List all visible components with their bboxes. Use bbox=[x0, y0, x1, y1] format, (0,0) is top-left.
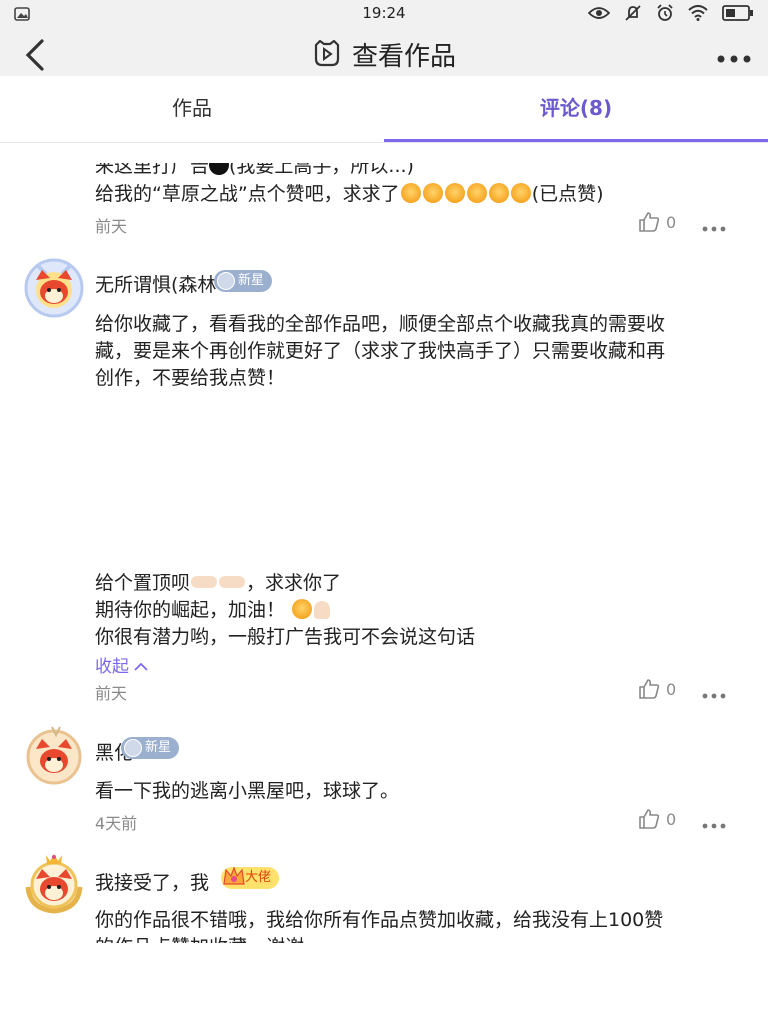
tab-works[interactable]: 作品 bbox=[0, 76, 384, 142]
tab-comments[interactable]: 评论(8) bbox=[384, 76, 768, 142]
tab-bar: 作品 评论(8) bbox=[0, 76, 768, 142]
crying-emoji-icon bbox=[422, 183, 443, 203]
crown-icon bbox=[222, 864, 246, 896]
eye-icon bbox=[588, 6, 610, 20]
crying-emoji-icon bbox=[444, 183, 465, 203]
thumbs-up-icon bbox=[639, 809, 660, 829]
comment-body-line: 你很有潜力哟，一般打广告我可不会说这句话 bbox=[95, 626, 476, 648]
comment-body: 看一下我的逃离小黑屋吧，球球了。 bbox=[95, 780, 400, 802]
more-dots-icon bbox=[702, 823, 726, 829]
comment-more-button[interactable] bbox=[702, 218, 726, 232]
chevron-up-icon bbox=[134, 662, 149, 671]
comment-body-line: 给个置顶呗 ，求求你了 bbox=[95, 572, 342, 594]
smile-emoji-icon bbox=[292, 599, 313, 619]
comment-body-line: 你的作品很不错哦，我给你所有作品点赞加收藏，给我没有上100赞 bbox=[95, 909, 664, 931]
comments-list[interactable]: 来这里打广告 (我要上高手，所以...) 给我的“草原之战”点个赞吧，求求了 (已点… bbox=[0, 143, 768, 943]
like-button[interactable]: 0 bbox=[638, 211, 676, 233]
comment-body-line: 藏，要是来个再创作就更好了（求求了我快高手了）只需要收藏和再 bbox=[95, 340, 666, 362]
more-options-button[interactable] bbox=[716, 50, 752, 63]
comment-username[interactable]: 我接受了，我 bbox=[95, 868, 209, 895]
alarm-icon bbox=[656, 4, 674, 22]
crying-emoji-icon bbox=[466, 183, 487, 203]
play-logo-icon bbox=[312, 39, 342, 71]
wifi-icon bbox=[688, 5, 708, 21]
navigation-bar: 查看作品 bbox=[0, 28, 768, 76]
battery-icon bbox=[722, 5, 754, 21]
avatar[interactable] bbox=[22, 851, 86, 915]
pointing-left-emoji-icon bbox=[219, 576, 246, 588]
collapse-button[interactable]: 收起 bbox=[95, 652, 149, 677]
like-button[interactable]: 0 bbox=[638, 678, 676, 700]
like-count: 0 bbox=[666, 679, 677, 699]
comment-more-button[interactable] bbox=[702, 685, 726, 699]
comment-body-line: 给你收藏了，看看我的全部作品吧，顺便全部点个收藏我真的需要收 bbox=[95, 313, 666, 335]
badge-new-star: 新星 bbox=[121, 737, 180, 759]
avatar[interactable] bbox=[24, 258, 84, 318]
comment-body-line: 期待你的崛起，加油！ bbox=[95, 595, 331, 622]
thumbs-up-emoji-icon bbox=[314, 601, 331, 619]
more-dots-icon bbox=[702, 226, 726, 232]
comment-body-line: 的作品点赞加收藏，谢谢 bbox=[95, 932, 304, 943]
mute-icon bbox=[624, 4, 642, 22]
status-bar: 19:24 bbox=[0, 0, 768, 28]
thumbs-up-icon bbox=[639, 679, 660, 699]
page-title: 查看作品 bbox=[351, 42, 456, 72]
crying-emoji-icon bbox=[488, 183, 509, 203]
like-count: 0 bbox=[666, 212, 677, 232]
comment-body: 给我的“草原之战”点个赞吧，求求了 (已点赞) bbox=[95, 183, 604, 205]
like-count: 0 bbox=[666, 809, 677, 829]
comment-time: 前天 bbox=[95, 684, 128, 703]
crying-emoji-icon bbox=[400, 183, 421, 203]
comment-time: 前天 bbox=[95, 217, 128, 236]
comment-body-line: 创作，不要给我点赞！ bbox=[95, 367, 286, 389]
star-icon bbox=[217, 272, 235, 290]
crying-emoji-icon bbox=[510, 183, 531, 203]
badge-boss: 大佬 bbox=[221, 866, 280, 889]
comment-more-button[interactable] bbox=[702, 815, 726, 829]
badge-new-star: 新星 bbox=[214, 270, 273, 292]
star-icon bbox=[124, 739, 142, 757]
comment-time: 4天前 bbox=[95, 814, 138, 833]
more-dots-icon bbox=[717, 55, 751, 63]
comment-username[interactable]: 无所谓惧(森林 bbox=[95, 270, 216, 297]
like-button[interactable]: 0 bbox=[638, 808, 676, 830]
comment-body-partial: 来这里打广告 (我要上高手，所以...) bbox=[95, 155, 414, 177]
black-emoji-icon bbox=[209, 163, 230, 175]
thumbs-up-icon bbox=[639, 212, 660, 232]
avatar[interactable] bbox=[24, 725, 84, 785]
pointing-right-emoji-icon bbox=[191, 576, 218, 588]
more-dots-icon bbox=[702, 693, 726, 699]
